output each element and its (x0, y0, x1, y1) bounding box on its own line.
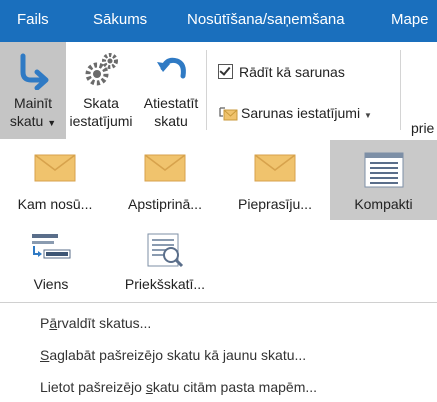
apply-view-text-2: katu citām pasta mapēm... (152, 379, 318, 395)
ribbon-overflow-label[interactable]: prie (411, 120, 434, 136)
view-item-confirmed[interactable]: Apstiprinā... (110, 140, 220, 220)
tab-folder[interactable]: Mape (391, 11, 429, 28)
tab-file[interactable]: Fails (17, 11, 49, 28)
dropdown-arrow-icon: ▼ (47, 118, 57, 128)
envelope-icon (144, 154, 186, 182)
checkbox-checked-icon (218, 64, 233, 79)
ribbon-separator (400, 50, 401, 130)
manage-views-accesskey: ā (49, 315, 58, 331)
conversation-settings-icon (219, 107, 238, 121)
save-view-item[interactable]: Saglabāt pašreizējo skatu kā jaunu skatu… (40, 347, 306, 363)
show-as-conversations-checkbox[interactable]: Rādīt kā sarunas (218, 64, 345, 80)
gallery-divider (0, 302, 437, 303)
view-item-sent-to[interactable]: Kam nosū... (0, 140, 110, 220)
apply-view-text-1: Lietot pašreizējo (40, 379, 146, 395)
apply-view-accesskey: s (145, 379, 153, 395)
reset-view-label-1: Atiestatīt (143, 95, 199, 111)
manage-views-text-1: P (40, 315, 50, 331)
view-item-label: Viens (33, 276, 69, 292)
conversation-settings-button[interactable]: Sarunas iestatījumi ▼ (218, 104, 372, 122)
view-item-preview[interactable]: Priekšskatī... (110, 220, 220, 300)
view-item-compact[interactable]: Kompakti (330, 140, 437, 220)
reset-view-button[interactable]: Atiestatīt skatu (136, 42, 206, 139)
change-view-label-1: Mainīt (13, 95, 53, 111)
manage-views-item[interactable]: Pārvaldīt skatus... (40, 315, 151, 331)
show-as-conversations-label: Rādīt kā sarunas (239, 64, 345, 80)
view-item-label: Kam nosū... (17, 196, 93, 212)
apply-view-item[interactable]: Lietot pašreizējo skatu citām pasta mapē… (40, 379, 317, 395)
view-settings-label-2: iestatījumi (69, 113, 133, 129)
view-settings-label-1: Skata (83, 95, 119, 111)
conversation-settings-label: Sarunas iestatījumi (241, 105, 361, 121)
compact-view-icon (364, 152, 403, 188)
dropdown-arrow-icon: ▼ (363, 111, 372, 120)
ribbon-tab-bar: Fails Sākums Nosūtīšana/saņemšana Mape (0, 0, 437, 42)
envelope-icon (34, 154, 76, 182)
view-item-requested[interactable]: Pieprasīju... (220, 140, 330, 220)
view-item-label: Pieprasīju... (238, 196, 312, 212)
change-view-label-2: skatu (9, 113, 44, 129)
preview-view-icon (147, 233, 184, 268)
manage-views-text-2: rvaldīt skatus... (57, 315, 152, 331)
reset-view-label-2: skatu (154, 113, 188, 129)
view-item-single[interactable]: Viens (8, 220, 94, 300)
view-item-label: Apstiprinā... (128, 196, 202, 212)
view-item-label: Kompakti (354, 196, 413, 212)
view-settings-button[interactable]: Skata iestatījumi (66, 42, 136, 139)
envelope-icon (254, 154, 296, 182)
change-view-icon (20, 53, 49, 90)
tab-send-receive[interactable]: Nosūtīšana/saņemšana (187, 11, 345, 28)
ribbon-separator (206, 50, 207, 130)
undo-icon (157, 57, 186, 79)
ribbon: Mainīt skatu ▼ Skata iestatījumi Atiesta… (0, 42, 437, 141)
save-view-accesskey: S (40, 347, 50, 363)
save-view-text: aglabāt pašreizējo skatu kā jaunu skatu.… (49, 347, 307, 363)
change-view-button[interactable]: Mainīt skatu ▼ (0, 42, 66, 139)
tab-home[interactable]: Sākums (93, 11, 147, 28)
gears-icon (85, 53, 118, 86)
view-gallery: Kam nosū... Apstiprinā... Pieprasīju... … (0, 140, 437, 402)
single-view-icon (32, 234, 71, 259)
view-item-label: Priekšskatī... (124, 276, 206, 292)
